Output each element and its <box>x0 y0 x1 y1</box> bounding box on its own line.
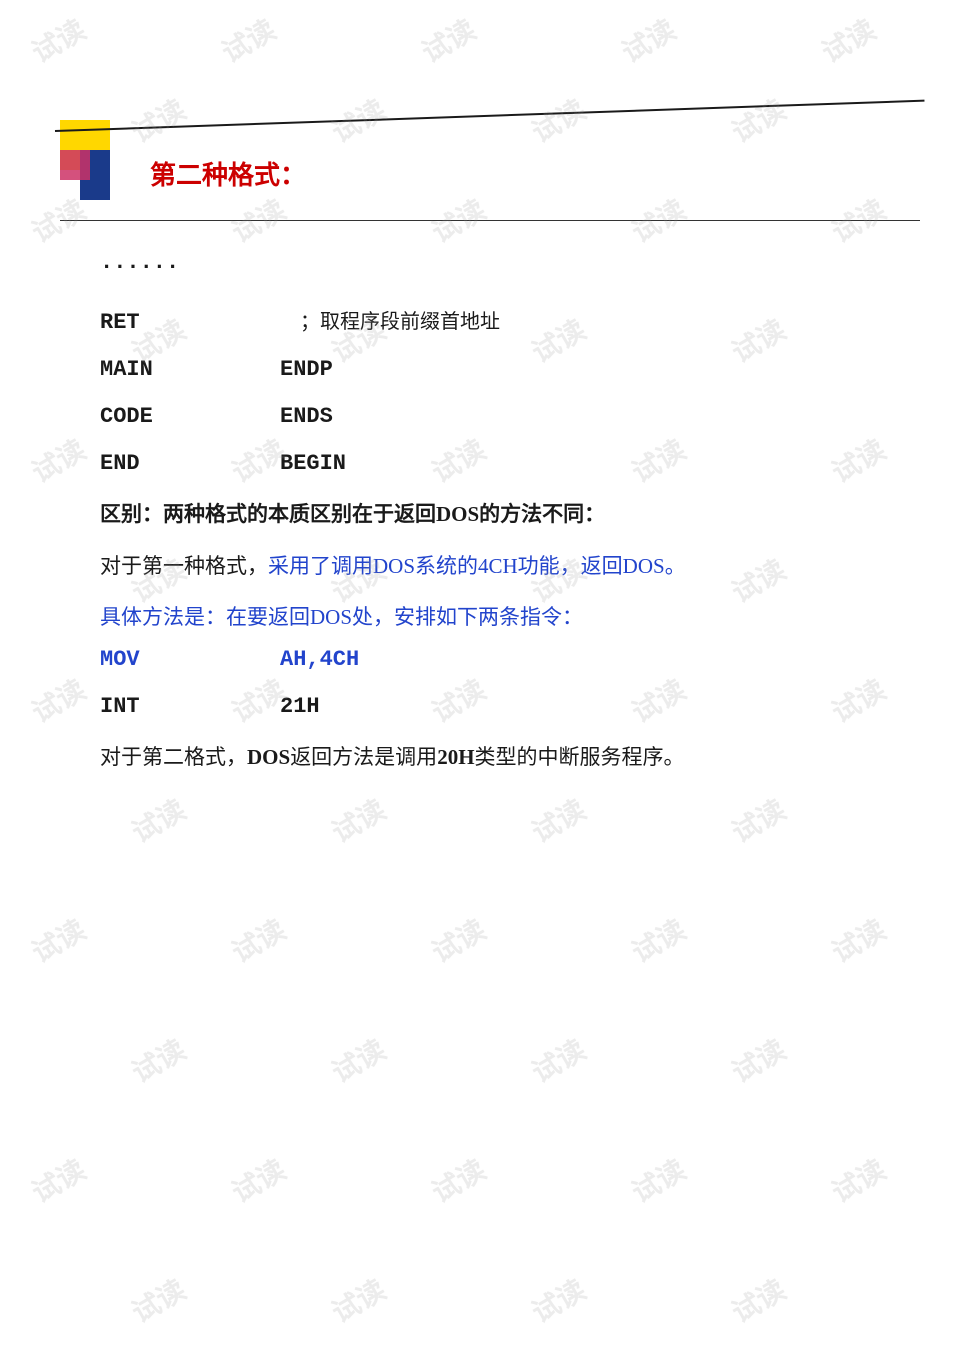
decorative-graphic <box>60 120 140 200</box>
endp-operand: ENDP <box>280 357 333 382</box>
para2-suffix: 类型的中断服务程序。 <box>475 745 685 769</box>
mov-operand: AH,4CH <box>280 647 359 672</box>
int-line: INT 21H <box>100 694 900 719</box>
main-endp-line: MAIN ENDP <box>100 357 900 382</box>
code-keyword: CODE <box>100 404 220 429</box>
ret-line: RET ；取程序段前缀首地址 <box>100 305 900 335</box>
end-keyword: END <box>100 451 220 476</box>
ret-comment: ；取程序段前缀首地址 <box>300 305 500 334</box>
para2-middle: 返回方法是调用 <box>290 745 437 769</box>
dos-bold: DOS <box>247 745 290 769</box>
mov-keyword: MOV <box>100 647 220 672</box>
distinction-title: 区别：两种格式的本质区别在于返回DOS的方法不同： <box>100 498 900 532</box>
para1-prefix: 对于第一种格式， <box>100 554 268 578</box>
end-begin-line: END BEGIN <box>100 451 900 476</box>
mov-line: MOV AH,4CH <box>100 647 900 672</box>
para1-line1: 对于第一种格式，采用了调用DOS系统的4CH功能，返回DOS。 <box>100 550 900 584</box>
int-keyword: INT <box>100 694 220 719</box>
dots-line: ...... <box>100 250 900 275</box>
20h-bold: 20H <box>437 745 474 769</box>
main-content: ...... RET ；取程序段前缀首地址 MAIN ENDP CODE END… <box>100 250 900 792</box>
para1-line2: 具体方法是：在要返回DOS处，安排如下两条指令： <box>100 601 900 635</box>
int-operand: 21H <box>280 694 320 719</box>
diagonal-line <box>55 100 925 132</box>
para2-line: 对于第二格式，DOS返回方法是调用20H类型的中断服务程序。 <box>100 741 900 775</box>
section-title: 第二种格式： <box>150 155 306 192</box>
h-line-bottom <box>60 220 920 221</box>
para1-blue: 采用了调用DOS系统的4CH功能，返回DOS。 <box>268 554 686 578</box>
para2-prefix: 对于第二格式， <box>100 745 247 769</box>
ret-keyword: RET <box>100 310 220 335</box>
ends-operand: ENDS <box>280 404 333 429</box>
code-ends-line: CODE ENDS <box>100 404 900 429</box>
main-keyword: MAIN <box>100 357 220 382</box>
begin-operand: BEGIN <box>280 451 346 476</box>
